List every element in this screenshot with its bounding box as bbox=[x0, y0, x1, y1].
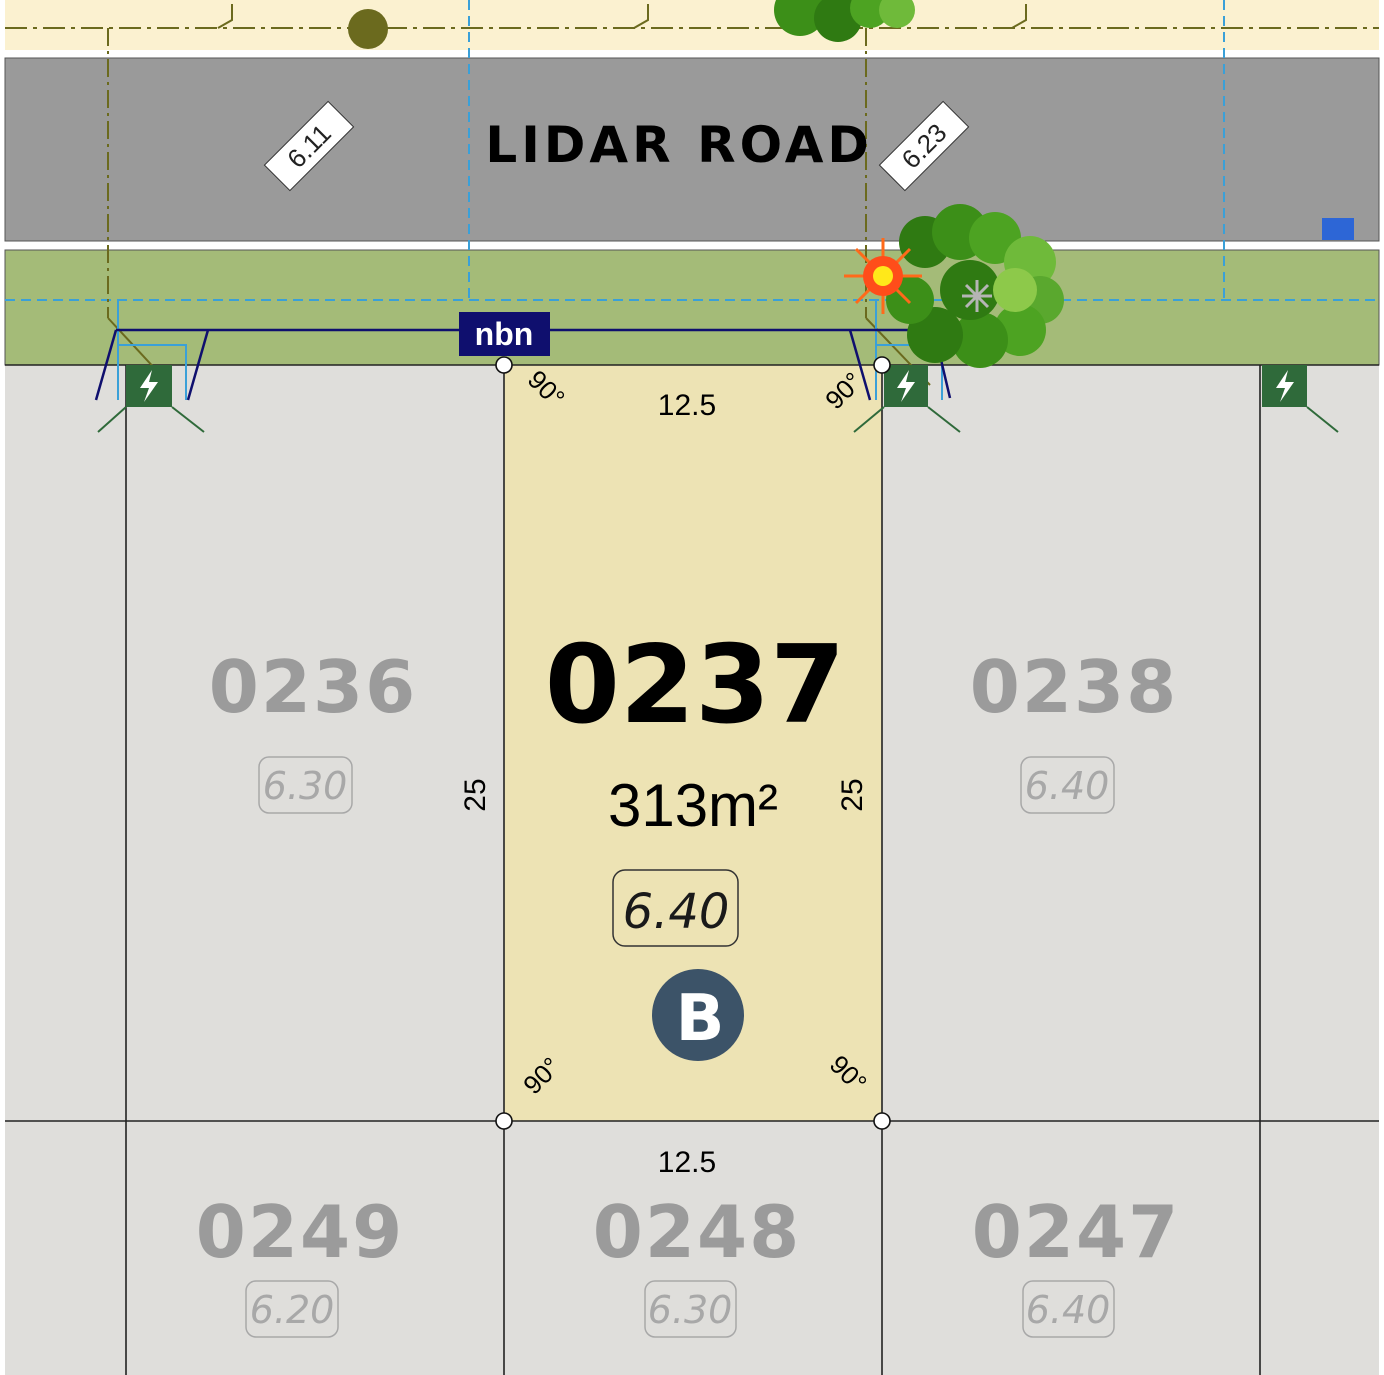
lot-level-0249: 6.20 bbox=[250, 1288, 335, 1332]
road-carriageway bbox=[4, 57, 1380, 242]
selected-lot-level: 6.40 bbox=[623, 884, 730, 940]
lot-level-0236: 6.30 bbox=[263, 764, 348, 808]
lot-0238[interactable] bbox=[882, 365, 1379, 1121]
lot-number-0249: 0249 bbox=[196, 1190, 404, 1274]
depth-right-dimension: 25 bbox=[836, 778, 869, 811]
road-name-part-1: LIDAR bbox=[485, 116, 674, 174]
rear-dimension: 12.5 bbox=[658, 1146, 716, 1179]
footpath-strip bbox=[5, 0, 1379, 50]
selected-lot-area: 313m² bbox=[608, 772, 778, 839]
street-light-icon bbox=[844, 238, 922, 314]
lot-level-0248: 6.30 bbox=[648, 1288, 733, 1332]
lot-number-0248: 0248 bbox=[593, 1190, 801, 1274]
nbn-label: nbn bbox=[475, 316, 534, 352]
lot-level-0238: 6.40 bbox=[1025, 764, 1110, 808]
road-name-part-2: ROAD bbox=[697, 116, 873, 174]
verge bbox=[4, 249, 1380, 366]
tree-marker-icon bbox=[962, 280, 992, 312]
lot-number-0247: 0247 bbox=[972, 1190, 1180, 1274]
lot-0236[interactable] bbox=[5, 365, 504, 1121]
service-marker-icon bbox=[348, 9, 388, 49]
lot-number-0238: 0238 bbox=[970, 645, 1178, 729]
service-marker-icon bbox=[1322, 218, 1354, 240]
lot-type-label: B bbox=[676, 982, 725, 1056]
selected-lot-number: 0237 bbox=[545, 623, 846, 748]
lot-level-0247: 6.40 bbox=[1026, 1288, 1111, 1332]
frontage-dimension: 12.5 bbox=[658, 389, 716, 422]
lot-number-0236: 0236 bbox=[209, 645, 417, 729]
lot-plan-map: nbn LIDAR ROAD 6.11 6.23 12.5 12.5 25 25… bbox=[4, 0, 1380, 1375]
depth-left-dimension: 25 bbox=[459, 778, 492, 811]
